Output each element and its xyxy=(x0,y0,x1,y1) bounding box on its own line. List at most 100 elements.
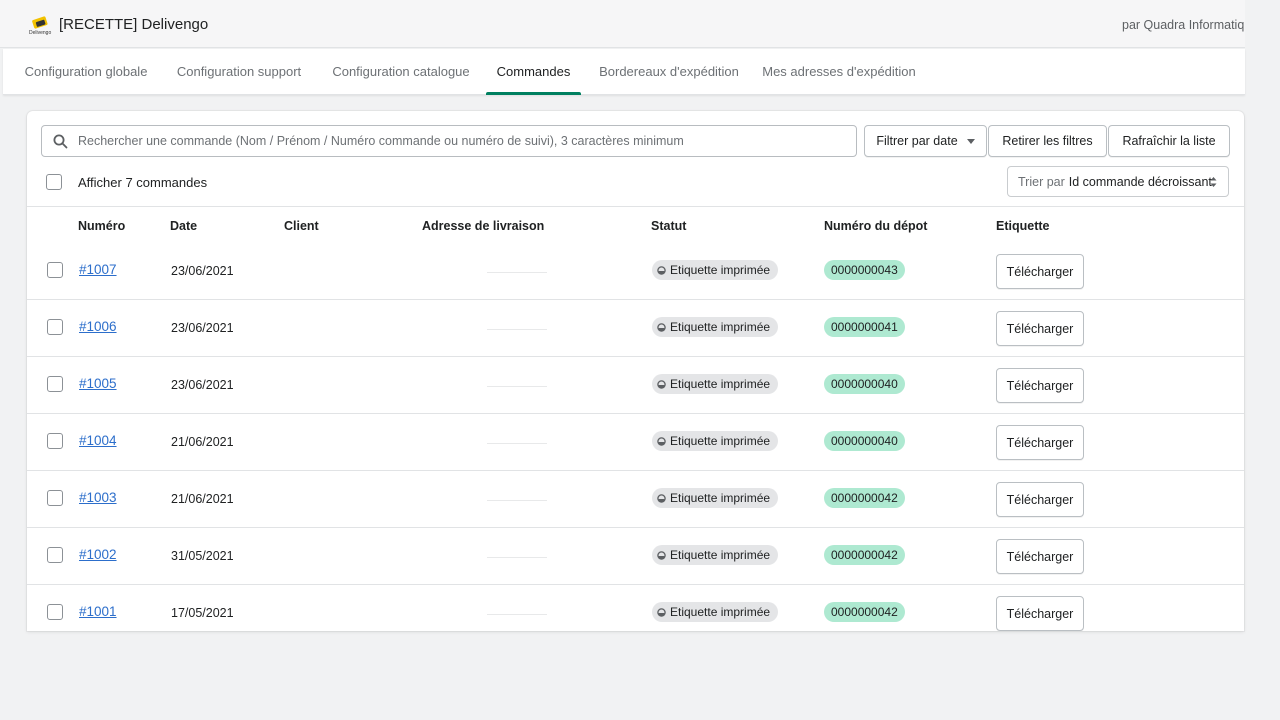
header-divider xyxy=(27,206,1244,207)
tab-configuration-catalogue[interactable]: Configuration catalogue xyxy=(319,49,483,95)
row-checkbox[interactable] xyxy=(47,604,63,620)
order-date: 31/05/2021 xyxy=(171,549,234,563)
order-date: 21/06/2021 xyxy=(171,435,234,449)
redacted-address xyxy=(487,329,547,330)
order-number-link[interactable]: #1002 xyxy=(79,547,117,562)
order-number-link[interactable]: #1007 xyxy=(79,262,117,277)
app-title: [RECETTE] Delivengo xyxy=(59,16,209,33)
filter-date-label: Filtrer par date xyxy=(876,134,958,148)
column-header-number: Numéro xyxy=(78,219,126,233)
redacted-address xyxy=(487,272,547,273)
order-number-link[interactable]: #1001 xyxy=(79,604,117,619)
order-date: 23/06/2021 xyxy=(171,264,234,278)
table-row: #1004 21/06/2021 Etiquette imprimée 0000000… xyxy=(27,414,1244,471)
status-dot-icon xyxy=(657,379,666,389)
depot-number-badge: 0000000042 xyxy=(824,602,905,622)
table-row: #1006 23/06/2021 Etiquette imprimée 0000000… xyxy=(27,300,1244,357)
tab-configuration-support[interactable]: Configuration support xyxy=(165,49,313,95)
order-number-link[interactable]: #1006 xyxy=(79,319,117,334)
status-label: Etiquette imprimée xyxy=(670,377,771,391)
tab-bordereaux-expedition[interactable]: Bordereaux d'expédition xyxy=(588,49,750,95)
status-label: Etiquette imprimée xyxy=(670,263,771,277)
download-label-button[interactable]: Télécharger xyxy=(996,596,1084,631)
depot-number-badge: 0000000040 xyxy=(824,431,905,451)
order-date: 21/06/2021 xyxy=(171,492,234,506)
column-header-depot: Numéro du dépot xyxy=(824,219,928,233)
status-label: Etiquette imprimée xyxy=(670,434,771,448)
order-number-link[interactable]: #1005 xyxy=(79,376,117,391)
status-dot-icon xyxy=(657,265,666,275)
row-checkbox[interactable] xyxy=(47,490,63,506)
status-label: Etiquette imprimée xyxy=(670,320,771,334)
sort-value: Id commande décroissant xyxy=(1068,174,1212,189)
depot-number-badge: 0000000042 xyxy=(824,488,905,508)
redacted-address xyxy=(487,386,547,387)
status-dot-icon xyxy=(657,607,666,617)
row-checkbox[interactable] xyxy=(47,376,63,392)
logo-text: Delivengo xyxy=(29,30,52,36)
by-line: par Quadra Informatique xyxy=(1122,18,1245,32)
status-badge: Etiquette imprimée xyxy=(652,431,779,451)
refresh-list-button[interactable]: Rafraîchir la liste xyxy=(1108,125,1230,157)
order-date: 23/06/2021 xyxy=(171,321,234,335)
app-header: Delivengo [RECETTE] Delivengo par Quadra… xyxy=(0,0,1245,48)
orders-card: Filtrer par date Retirer les filtres Raf… xyxy=(27,111,1244,631)
sort-arrows-icon xyxy=(1210,177,1217,187)
row-checkbox[interactable] xyxy=(47,319,63,335)
status-dot-icon xyxy=(657,436,666,446)
search-icon xyxy=(53,134,68,149)
column-header-label: Etiquette xyxy=(996,219,1050,233)
status-badge: Etiquette imprimée xyxy=(652,260,779,280)
status-badge: Etiquette imprimée xyxy=(652,488,779,508)
download-label-button[interactable]: Télécharger xyxy=(996,425,1084,460)
table-row: #1005 23/06/2021 Etiquette imprimée 0000000… xyxy=(27,357,1244,414)
order-number-link[interactable]: #1003 xyxy=(79,490,117,505)
order-number-link[interactable]: #1004 xyxy=(79,433,117,448)
select-all-label: Afficher 7 commandes xyxy=(78,175,208,190)
select-all-checkbox[interactable] xyxy=(46,174,62,190)
download-label-button[interactable]: Télécharger xyxy=(996,539,1084,574)
filter-date-button[interactable]: Filtrer par date xyxy=(864,125,987,157)
depot-number-badge: 0000000043 xyxy=(824,260,905,280)
redacted-address xyxy=(487,443,547,444)
status-label: Etiquette imprimée xyxy=(670,548,771,562)
order-date: 17/05/2021 xyxy=(171,606,234,620)
status-label: Etiquette imprimée xyxy=(670,491,771,505)
table-row: #1002 31/05/2021 Etiquette imprimée 0000000… xyxy=(27,528,1244,585)
column-header-status: Statut xyxy=(651,219,687,233)
column-header-client: Client xyxy=(284,219,319,233)
table-row: #1007 23/06/2021 Etiquette imprimée 0000000… xyxy=(27,243,1244,300)
search-input[interactable] xyxy=(78,126,848,156)
tab-adresses-expedition[interactable]: Mes adresses d'expédition xyxy=(755,49,923,95)
status-dot-icon xyxy=(657,322,666,332)
row-checkbox[interactable] xyxy=(47,547,63,563)
row-checkbox[interactable] xyxy=(47,433,63,449)
caret-down-icon xyxy=(966,138,975,144)
order-date: 23/06/2021 xyxy=(171,378,234,392)
tab-bar: Configuration globale Configuration supp… xyxy=(3,49,1245,95)
redacted-address xyxy=(487,614,547,615)
status-badge: Etiquette imprimée xyxy=(652,317,779,337)
status-dot-icon xyxy=(657,550,666,560)
status-badge: Etiquette imprimée xyxy=(652,545,779,565)
sort-prefix: Trier par xyxy=(1018,174,1065,189)
column-header-date: Date xyxy=(170,219,198,233)
depot-number-badge: 0000000042 xyxy=(824,545,905,565)
sort-select[interactable]: Trier par Id commande décroissant xyxy=(1007,166,1229,197)
status-badge: Etiquette imprimée xyxy=(652,602,779,622)
status-label: Etiquette imprimée xyxy=(670,605,771,619)
status-dot-icon xyxy=(657,493,666,503)
row-checkbox[interactable] xyxy=(47,262,63,278)
depot-number-badge: 0000000041 xyxy=(824,317,905,337)
depot-number-badge: 0000000040 xyxy=(824,374,905,394)
download-label-button[interactable]: Télécharger xyxy=(996,254,1084,289)
tab-commandes[interactable]: Commandes xyxy=(486,49,581,95)
tab-configuration-globale[interactable]: Configuration globale xyxy=(12,49,160,95)
clear-filters-button[interactable]: Retirer les filtres xyxy=(988,125,1107,157)
download-label-button[interactable]: Télécharger xyxy=(996,368,1084,403)
download-label-button[interactable]: Télécharger xyxy=(996,311,1084,346)
status-badge: Etiquette imprimée xyxy=(652,374,779,394)
table-row: #1003 21/06/2021 Etiquette imprimée 0000000… xyxy=(27,471,1244,528)
download-label-button[interactable]: Télécharger xyxy=(996,482,1084,517)
table-row: #1001 17/05/2021 Etiquette imprimée 0000000… xyxy=(27,585,1244,631)
